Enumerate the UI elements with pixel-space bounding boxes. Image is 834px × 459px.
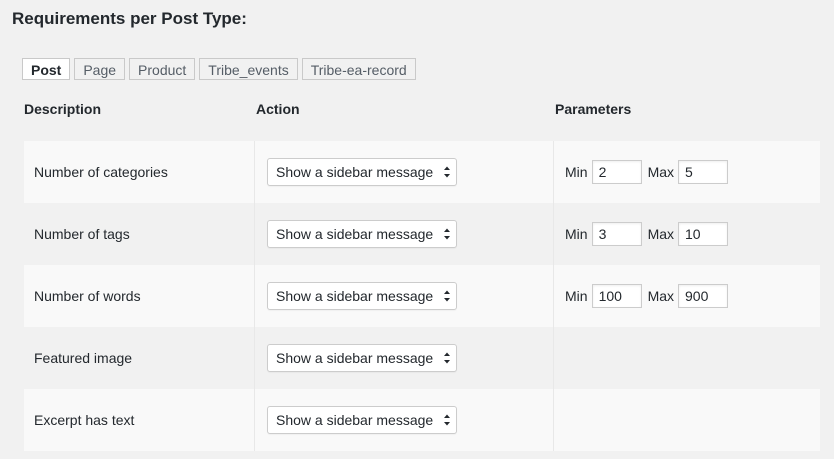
- parameters-group: Min Max: [565, 160, 729, 184]
- column-divider: [553, 389, 554, 451]
- column-header-action: Action: [256, 101, 300, 117]
- min-label: Min: [565, 226, 588, 242]
- table-row: Excerpt has text Show a sidebar message: [24, 389, 820, 451]
- column-divider: [254, 265, 255, 327]
- row-description: Excerpt has text: [34, 412, 135, 428]
- min-label: Min: [565, 164, 588, 180]
- tab-tribe-ea-record[interactable]: Tribe-ea-record: [301, 58, 416, 80]
- max-input[interactable]: [678, 284, 729, 308]
- section-title: Requirements per Post Type:: [12, 9, 247, 28]
- action-select-value: Show a sidebar message: [276, 164, 434, 180]
- max-label: Max: [647, 288, 675, 304]
- action-select[interactable]: Show a sidebar message: [267, 158, 457, 186]
- tab-tribe-events[interactable]: Tribe_events: [199, 58, 298, 80]
- column-divider: [553, 265, 554, 327]
- column-header-description: Description: [24, 101, 102, 117]
- column-divider: [553, 327, 554, 389]
- table-row: Number of words Show a sidebar message M…: [24, 265, 820, 327]
- post-type-tabs: Post Page Product Tribe_events Tribe-ea-…: [22, 58, 416, 80]
- min-input[interactable]: [591, 222, 642, 246]
- action-select[interactable]: Show a sidebar message: [267, 406, 457, 434]
- requirements-table: Number of categories Show a sidebar mess…: [24, 141, 820, 451]
- column-header-parameters: Parameters: [555, 101, 632, 117]
- parameters-group: Min Max: [565, 284, 729, 308]
- select-arrows-icon: [444, 228, 450, 240]
- select-arrows-icon: [444, 290, 450, 302]
- column-divider: [553, 203, 554, 265]
- select-arrows-icon: [444, 414, 450, 426]
- action-select[interactable]: Show a sidebar message: [267, 344, 457, 372]
- row-description: Number of categories: [34, 164, 168, 180]
- action-select-value: Show a sidebar message: [276, 288, 434, 304]
- row-description: Number of tags: [34, 226, 130, 242]
- parameters-group: Min Max: [565, 222, 729, 246]
- table-row: Number of categories Show a sidebar mess…: [24, 141, 820, 203]
- select-arrows-icon: [444, 352, 450, 364]
- max-label: Max: [647, 164, 675, 180]
- table-row: Featured image Show a sidebar message: [24, 327, 820, 389]
- select-arrows-icon: [444, 166, 450, 178]
- action-select[interactable]: Show a sidebar message: [267, 282, 457, 310]
- tab-post[interactable]: Post: [22, 58, 71, 80]
- action-select-value: Show a sidebar message: [276, 226, 434, 242]
- column-divider: [254, 389, 255, 451]
- max-input[interactable]: [678, 222, 729, 246]
- row-description: Featured image: [34, 350, 133, 366]
- column-divider: [254, 141, 255, 203]
- tab-product[interactable]: Product: [129, 58, 196, 80]
- max-input[interactable]: [678, 160, 729, 184]
- action-select-value: Show a sidebar message: [276, 350, 434, 366]
- row-description: Number of words: [34, 288, 141, 304]
- column-divider: [254, 203, 255, 265]
- column-divider: [254, 327, 255, 389]
- min-label: Min: [565, 288, 588, 304]
- tab-page[interactable]: Page: [74, 58, 126, 80]
- min-input[interactable]: [591, 160, 642, 184]
- column-divider: [553, 141, 554, 203]
- max-label: Max: [647, 226, 675, 242]
- action-select[interactable]: Show a sidebar message: [267, 220, 457, 248]
- min-input[interactable]: [591, 284, 642, 308]
- action-select-value: Show a sidebar message: [276, 412, 434, 428]
- table-row: Number of tags Show a sidebar message Mi…: [24, 203, 820, 265]
